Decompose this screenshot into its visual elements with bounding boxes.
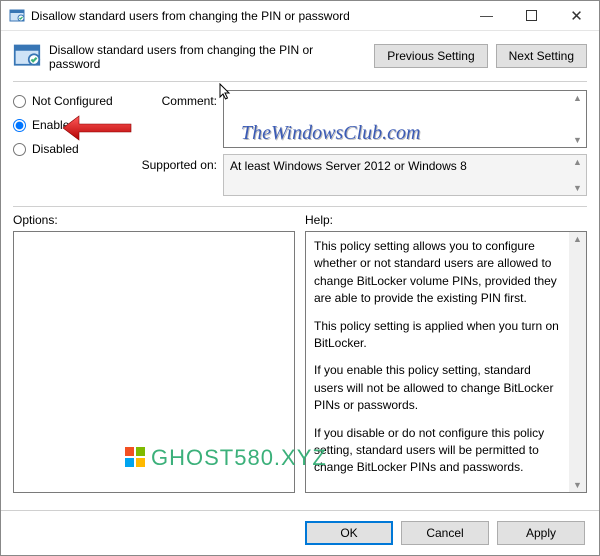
state-radios: Not Configured Enabled Disabled: [13, 90, 125, 196]
window-buttons: ― ✕: [464, 1, 599, 30]
scroll-up-icon: ▲: [573, 155, 582, 169]
scroll-up-icon[interactable]: ▲: [573, 232, 582, 246]
help-box[interactable]: This policy setting allows you to config…: [305, 231, 587, 493]
minimize-button[interactable]: ―: [464, 1, 509, 30]
panes: Options: Help: This policy setting allow…: [1, 213, 599, 493]
radio-disabled-input[interactable]: [13, 143, 26, 156]
options-label: Options:: [13, 213, 295, 227]
help-paragraph: If you disable or do not configure this …: [314, 425, 560, 477]
header-row: Disallow standard users from changing th…: [1, 31, 599, 79]
radio-not-configured-label: Not Configured: [32, 94, 113, 108]
supported-on-box: At least Windows Server 2012 or Windows …: [223, 154, 587, 196]
supported-value: At least Windows Server 2012 or Windows …: [230, 159, 467, 173]
comment-scrollbar[interactable]: ▲ ▼: [569, 91, 586, 147]
next-setting-button[interactable]: Next Setting: [496, 44, 587, 68]
help-label: Help:: [305, 213, 587, 227]
help-paragraph: If you enable this policy setting, stand…: [314, 362, 560, 414]
radio-not-configured[interactable]: Not Configured: [13, 94, 125, 108]
help-content: This policy setting allows you to config…: [314, 238, 578, 477]
scroll-down-icon[interactable]: ▼: [573, 478, 582, 492]
separator: [13, 81, 587, 82]
help-pane: Help: This policy setting allows you to …: [305, 213, 587, 493]
policy-icon: [13, 42, 41, 70]
supported-label: Supported on:: [133, 154, 217, 172]
help-scrollbar[interactable]: ▲ ▼: [569, 232, 586, 492]
radio-enabled[interactable]: Enabled: [13, 118, 125, 132]
radio-enabled-input[interactable]: [13, 119, 26, 132]
supported-scrollbar: ▲ ▼: [569, 155, 586, 195]
radio-enabled-label: Enabled: [32, 118, 76, 132]
options-box[interactable]: [13, 231, 295, 493]
window-icon: [9, 8, 25, 24]
header-title: Disallow standard users from changing th…: [49, 41, 366, 71]
comment-textarea[interactable]: ▲ ▼: [223, 90, 587, 148]
maximize-button[interactable]: [509, 1, 554, 30]
comment-label: Comment:: [133, 90, 217, 108]
policy-editor-window: Disallow standard users from changing th…: [0, 0, 600, 556]
config-row: Not Configured Enabled Disabled: [1, 90, 599, 202]
previous-setting-button[interactable]: Previous Setting: [374, 44, 487, 68]
scroll-down-icon[interactable]: ▼: [573, 133, 582, 147]
nav-buttons: Previous Setting Next Setting: [374, 44, 587, 68]
options-pane: Options:: [13, 213, 295, 493]
comment-row: Comment: ▲ ▼: [133, 90, 587, 148]
help-paragraph: This policy setting is applied when you …: [314, 318, 560, 353]
supported-row: Supported on: At least Windows Server 20…: [133, 154, 587, 196]
scroll-down-icon: ▼: [573, 181, 582, 195]
radio-disabled[interactable]: Disabled: [13, 142, 125, 156]
help-paragraph: This policy setting allows you to config…: [314, 238, 560, 308]
radio-disabled-label: Disabled: [32, 142, 79, 156]
scroll-up-icon[interactable]: ▲: [573, 91, 582, 105]
fields: Comment: ▲ ▼ Supported on: At least Wind…: [133, 90, 587, 196]
apply-button[interactable]: Apply: [497, 521, 585, 545]
footer: OK Cancel Apply: [1, 510, 599, 555]
close-button[interactable]: ✕: [554, 1, 599, 30]
separator: [13, 206, 587, 207]
window-title: Disallow standard users from changing th…: [31, 9, 464, 23]
radio-not-configured-input[interactable]: [13, 95, 26, 108]
cancel-button[interactable]: Cancel: [401, 521, 489, 545]
ok-button[interactable]: OK: [305, 521, 393, 545]
titlebar: Disallow standard users from changing th…: [1, 1, 599, 31]
